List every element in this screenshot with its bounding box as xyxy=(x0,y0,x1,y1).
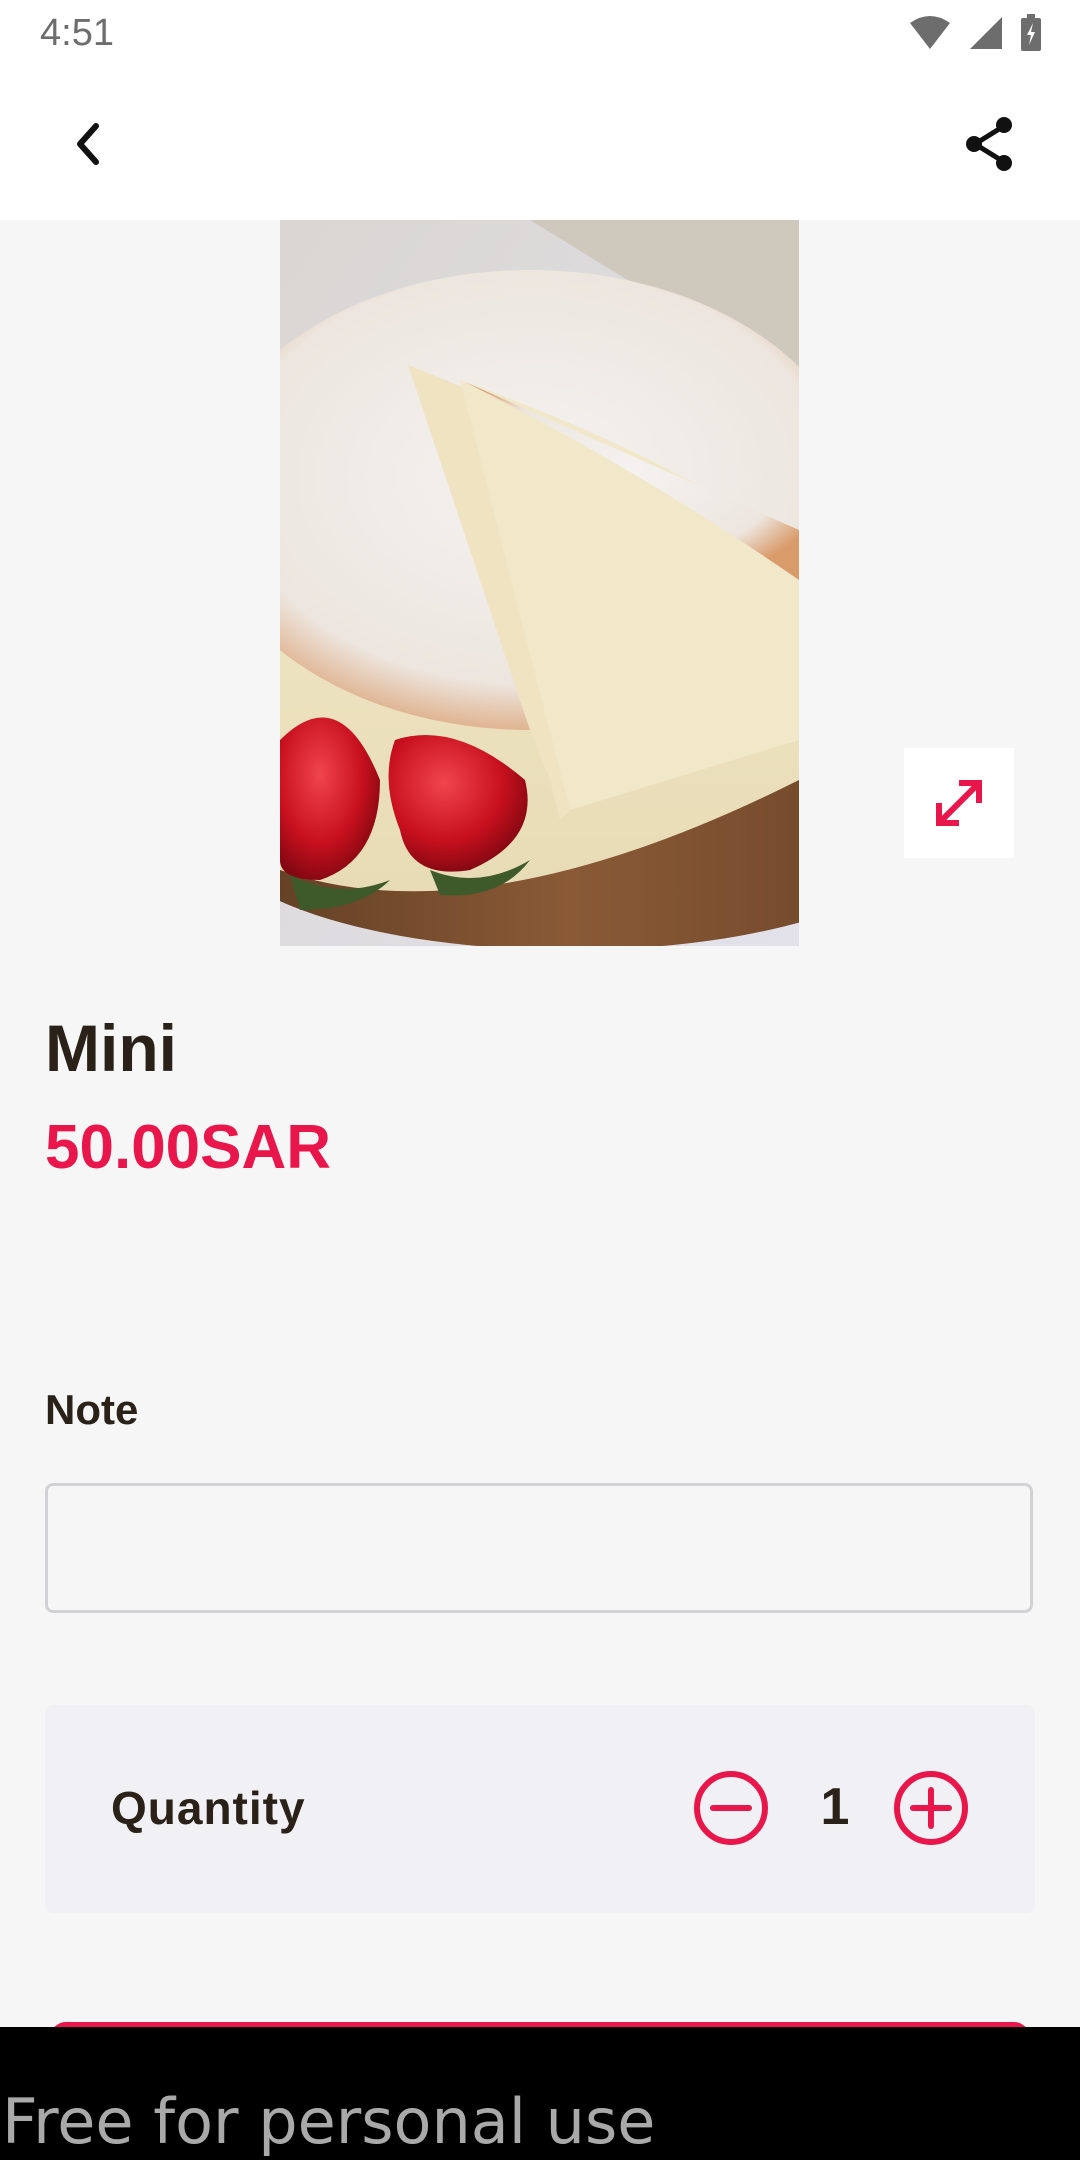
increase-quantity-button[interactable] xyxy=(892,1769,970,1847)
plus-circle-icon xyxy=(894,1771,968,1845)
expand-arrows-icon xyxy=(936,780,982,826)
product-detail-screen: 4:51 Mini 50.00SAR Note Quantity 1 Free … xyxy=(0,0,1080,2160)
product-image[interactable] xyxy=(280,220,799,946)
wifi-icon xyxy=(910,16,950,49)
app-bar xyxy=(0,66,1080,220)
status-bar: 4:51 xyxy=(0,0,1080,66)
note-label: Note xyxy=(45,1386,139,1433)
minus-circle-icon xyxy=(694,1771,768,1845)
expand-image-button[interactable] xyxy=(904,748,1014,858)
decrease-quantity-button[interactable] xyxy=(692,1769,770,1847)
quantity-value: 1 xyxy=(820,1778,850,1836)
status-time: 4:51 xyxy=(40,12,114,54)
product-name: Mini xyxy=(45,1011,177,1085)
cheesecake-photo xyxy=(280,220,799,946)
chevron-left-icon xyxy=(77,123,99,165)
battery-icon xyxy=(1021,14,1041,51)
watermark-text: Free for personal use xyxy=(2,2085,656,2158)
cell-signal-icon xyxy=(970,17,1002,49)
note-input[interactable] xyxy=(45,1483,1033,1613)
product-image-area xyxy=(0,220,1080,946)
status-icons xyxy=(908,14,1042,52)
quantity-label: Quantity xyxy=(111,1782,306,1834)
product-price: 50.00SAR xyxy=(45,1113,332,1182)
back-button[interactable] xyxy=(40,96,136,192)
share-button[interactable] xyxy=(942,96,1038,192)
share-icon xyxy=(966,117,1012,171)
quantity-card: Quantity 1 xyxy=(45,1705,1035,1913)
watermark-bar: Free for personal use xyxy=(0,2027,1080,2160)
